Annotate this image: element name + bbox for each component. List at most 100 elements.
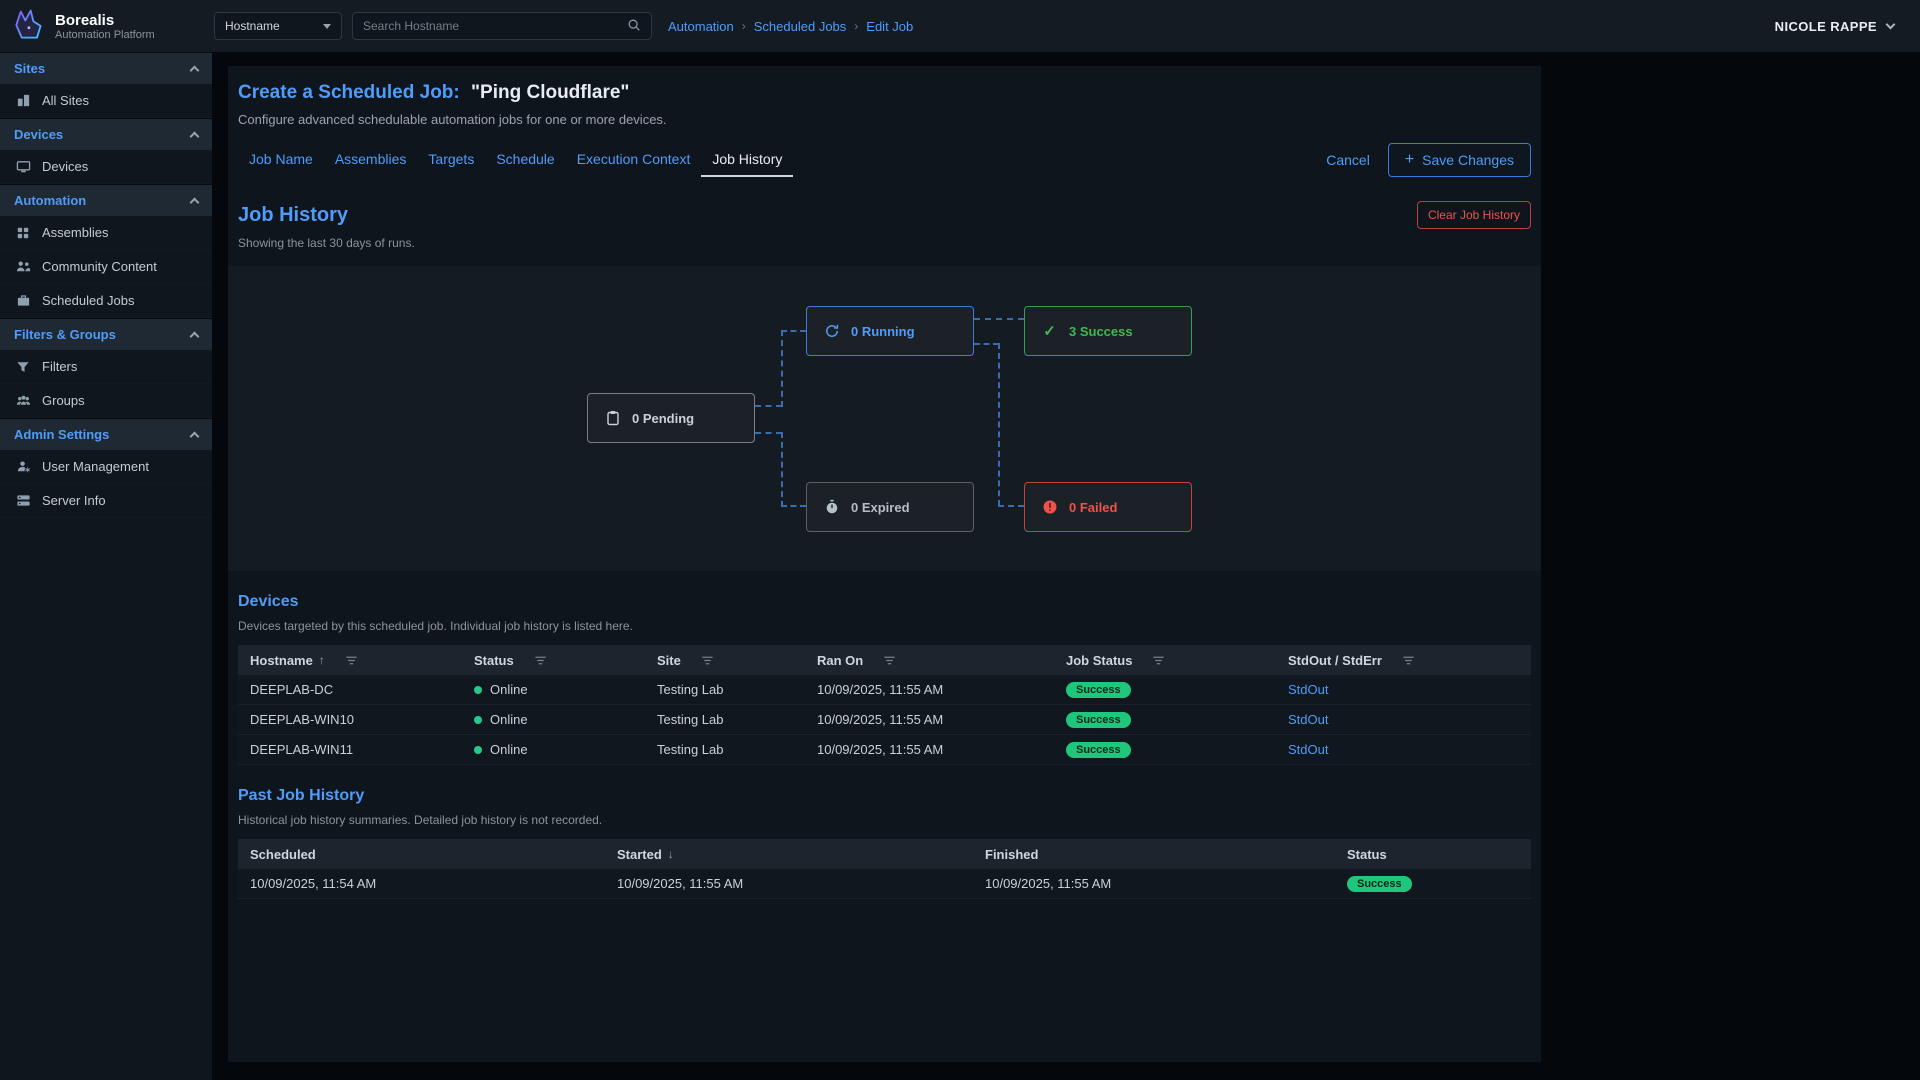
filter-icon[interactable] [345,654,358,667]
column-site[interactable]: Site [645,653,805,668]
breadcrumb-edit-job[interactable]: Edit Job [866,19,913,34]
flow-connector [998,505,1024,507]
brand-subtitle: Automation Platform [55,29,155,41]
expired-status-box: 0 Expired [806,482,974,532]
column-job-status[interactable]: Job Status [1054,653,1276,668]
column-started[interactable]: Started ↓ [605,847,973,862]
sidebar-item-label: Community Content [42,259,157,274]
flow-connector [755,405,782,407]
search-input[interactable] [363,19,619,33]
cancel-button[interactable]: Cancel [1326,152,1370,168]
running-count-label: 0 Running [851,324,915,339]
sidebar-item-label: User Management [42,459,149,474]
sidebar-item-server-info[interactable]: Server Info [0,484,212,518]
stdout-link[interactable]: StdOut [1288,682,1328,697]
cell-site: Testing Lab [645,742,805,757]
sidebar-item-label: All Sites [42,93,89,108]
column-hostname[interactable]: Hostname ↑ [238,653,462,668]
tab-assemblies[interactable]: Assemblies [324,143,418,177]
sidebar-item-label: Scheduled Jobs [42,293,135,308]
check-icon: ✓ [1041,323,1058,340]
breadcrumb-automation[interactable]: Automation [668,19,734,34]
cell-stdout: StdOut [1276,682,1531,697]
sidebar-section-automation[interactable]: Automation [0,184,212,216]
hostname-select[interactable]: Hostname [214,12,342,40]
sidebar-item-user-management[interactable]: User Management [0,450,212,484]
table-row: DEEPLAB-DC Online Testing Lab 10/09/2025… [238,675,1531,705]
sidebar-item-all-sites[interactable]: All Sites [0,84,212,118]
cell-status: Online [462,742,645,757]
sidebar-item-community-content[interactable]: Community Content [0,250,212,284]
filter-icon[interactable] [701,654,714,667]
cell-status: Online [462,712,645,727]
filter-icon[interactable] [1402,654,1415,667]
sidebar-section-sites[interactable]: Sites [0,52,212,84]
cell-finished: 10/09/2025, 11:55 AM [973,876,1335,891]
tab-job-name[interactable]: Job Name [238,143,324,177]
sort-asc-icon[interactable]: ↑ [319,653,325,667]
column-stdout-stderr[interactable]: StdOut / StdErr [1276,653,1531,668]
flow-connector [974,343,999,345]
sidebar-item-scheduled-jobs[interactable]: Scheduled Jobs [0,284,212,318]
error-icon [1041,499,1058,516]
sidebar-section-label: Admin Settings [14,427,109,442]
tab-schedule[interactable]: Schedule [485,143,565,177]
sidebar-item-devices[interactable]: Devices [0,150,212,184]
sidebar-item-groups[interactable]: Groups [0,384,212,418]
borealis-logo-icon [10,7,46,46]
cell-hostname: DEEPLAB-DC [238,682,462,697]
failed-status-box: 0 Failed [1024,482,1192,532]
sidebar-section-admin-settings[interactable]: Admin Settings [0,418,212,450]
flow-connector [781,505,806,507]
breadcrumb-separator: › [854,19,858,33]
caret-down-icon [323,24,331,29]
server-icon [15,493,31,509]
sidebar-item-filters[interactable]: Filters [0,350,212,384]
stdout-link[interactable]: StdOut [1288,712,1328,727]
flow-connector [781,432,783,507]
stdout-link[interactable]: StdOut [1288,742,1328,757]
chevron-up-icon [190,131,200,141]
column-status[interactable]: Status [462,653,645,668]
pending-count-label: 0 Pending [632,411,694,426]
cell-hostname: DEEPLAB-WIN11 [238,742,462,757]
column-scheduled[interactable]: Scheduled [238,847,605,862]
search-icon[interactable] [627,18,641,35]
filter-icon[interactable] [534,654,547,667]
cell-scheduled: 10/09/2025, 11:54 AM [238,876,605,891]
search-box [352,12,652,40]
status-badge: Success [1066,742,1131,758]
tab-targets[interactable]: Targets [417,143,485,177]
filter-icon[interactable] [883,654,896,667]
flow-connector [781,330,806,332]
stopwatch-icon [823,499,840,516]
sidebar-section-label: Devices [14,127,63,142]
column-status[interactable]: Status [1335,847,1531,862]
filter-icon[interactable] [1152,654,1165,667]
column-ran-on[interactable]: Ran On [805,653,1054,668]
user-menu[interactable]: NICOLE RAPPE [1775,19,1894,34]
groups-icon [15,393,31,409]
devices-table-header: Hostname ↑ Status Site Ran On Job Status… [238,645,1531,675]
save-changes-button[interactable]: + Save Changes [1388,143,1531,177]
status-badge: Success [1066,682,1131,698]
cell-site: Testing Lab [645,682,805,697]
cell-job-status: Success [1054,742,1276,758]
hostname-select-value: Hostname [225,19,280,33]
tab-job-history[interactable]: Job History [701,143,793,177]
plus-icon: + [1405,154,1414,166]
sidebar-item-assemblies[interactable]: Assemblies [0,216,212,250]
main-panel: Create a Scheduled Job: "Ping Cloudflare… [228,66,1541,1062]
flow-connector [998,343,1000,506]
sidebar-section-filters-groups[interactable]: Filters & Groups [0,318,212,350]
clear-job-history-button[interactable]: Clear Job History [1417,201,1531,229]
chevron-up-icon [190,197,200,207]
cell-status: Success [1335,876,1531,892]
sidebar-item-label: Groups [42,393,85,408]
breadcrumb-scheduled-jobs[interactable]: Scheduled Jobs [754,19,847,34]
tab-execution-context[interactable]: Execution Context [566,143,702,177]
column-finished[interactable]: Finished [973,847,1335,862]
page-title-prefix: Create a Scheduled Job: [238,82,460,103]
sort-desc-icon[interactable]: ↓ [668,847,674,861]
sidebar-section-devices[interactable]: Devices [0,118,212,150]
